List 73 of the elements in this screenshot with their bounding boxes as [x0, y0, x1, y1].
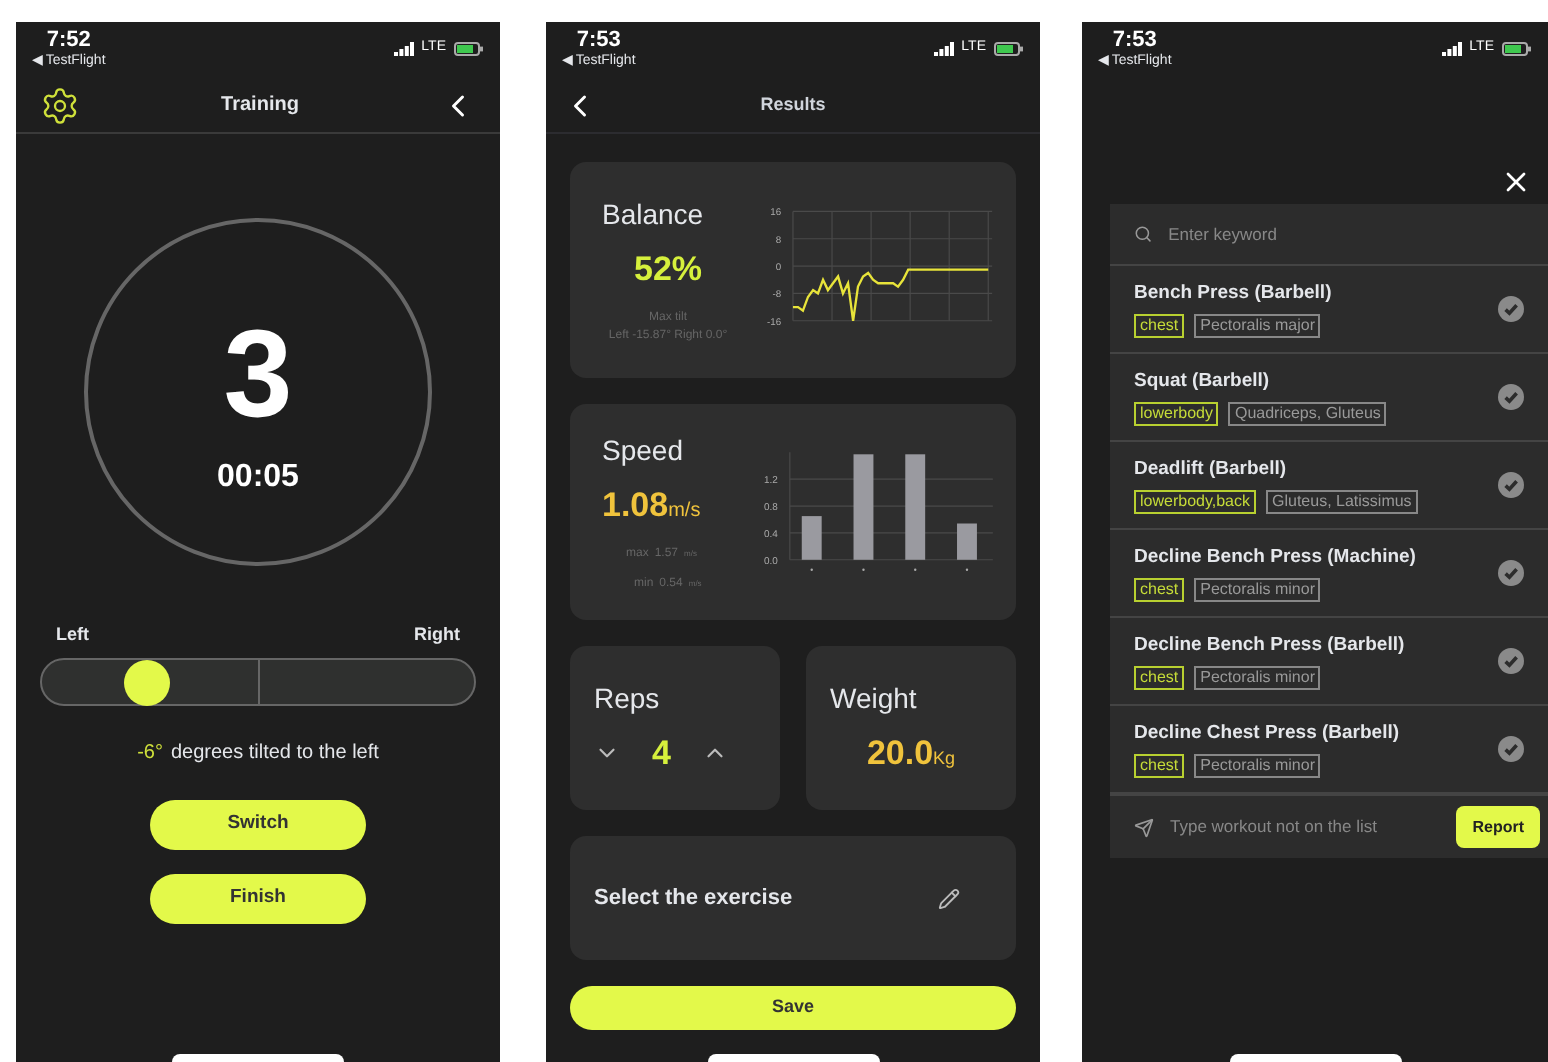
category-tag: chest [1134, 314, 1185, 339]
category-tag: chest [1134, 754, 1185, 779]
speed-bar [852, 454, 873, 560]
weight-value: 20.0 [866, 732, 934, 776]
battery-icon [1502, 41, 1532, 56]
exercise-list-item[interactable]: Decline Chest Press (Barbell) chest Pectoralis minor [1110, 706, 1548, 794]
reps-value: 4 [652, 732, 671, 776]
signal-icon [1441, 41, 1462, 56]
rep-count: 3 [223, 314, 293, 438]
speed-value: 1.08 [602, 483, 669, 528]
send-icon [1134, 817, 1154, 837]
card-title: Speed [602, 431, 685, 470]
speed-bar [800, 516, 821, 560]
speed-bar [956, 523, 977, 560]
exercise-name: Squat (Barbell) [1134, 367, 1272, 396]
muscle-tag: Pectoralis minor [1194, 754, 1321, 779]
category-tag: chest [1134, 578, 1185, 603]
exercise-list-item[interactable]: Deadlift (Barbell) lowerbody,back Gluteus, Latissimus [1110, 442, 1548, 530]
action-button[interactable]: Switch [150, 799, 366, 849]
muscle-tag: Pectoralis minor [1194, 666, 1321, 691]
category-tag: lowerbody,back [1134, 490, 1256, 515]
edit-icon[interactable] [938, 887, 960, 909]
left-label: Left [56, 622, 89, 648]
right-label: Right [414, 622, 460, 648]
exercise-list-item[interactable]: Squat (Barbell) lowerbody Quadriceps, Gluteus [1110, 354, 1548, 442]
status-time: 7:53 [576, 30, 621, 52]
muscle-tag: Quadriceps, Gluteus [1228, 402, 1387, 427]
search-icon [1134, 224, 1153, 244]
signal-icon [933, 41, 954, 56]
muscle-tag: Pectoralis minor [1194, 578, 1321, 603]
tilt-degrees: -6° [137, 739, 163, 767]
exercise-name: Bench Press (Barbell) [1134, 279, 1332, 308]
card-title: Weight [830, 680, 919, 718]
card-title: Reps [594, 680, 662, 718]
speed-bar [904, 454, 925, 560]
screen-title: Results [760, 91, 826, 118]
signal-icon [393, 41, 414, 56]
card-title: Balance [602, 195, 704, 234]
exercise-list-item[interactable]: Bench Press (Barbell) chest Pectoralis major [1110, 266, 1548, 354]
check-circle-icon[interactable] [1498, 296, 1524, 322]
settings-icon[interactable] [40, 85, 80, 125]
check-circle-icon[interactable] [1498, 648, 1524, 674]
exercise-select-label: Select the exercise [594, 883, 793, 914]
weight-unit: Kg [933, 746, 956, 772]
exercise-name: Decline Bench Press (Machine) [1134, 543, 1416, 572]
exercise-name: Decline Bench Press (Barbell) [1134, 631, 1405, 660]
screen-title: Training [221, 92, 299, 120]
exercise-name: Decline Chest Press (Barbell) [1134, 719, 1400, 748]
report-field[interactable]: Type workout not on the list [1170, 814, 1441, 840]
exercise-select-card[interactable]: Select the exercise [570, 836, 1016, 960]
exercise-list-item[interactable]: Decline Bench Press (Machine) chest Pectoralis minor [1110, 530, 1548, 618]
battery-icon [454, 41, 484, 56]
check-circle-icon[interactable] [1498, 384, 1524, 410]
check-circle-icon[interactable] [1498, 472, 1524, 498]
action-button[interactable]: Finish [150, 873, 366, 923]
balance-value: 52% [633, 247, 703, 292]
exercise-name: Deadlift (Barbell) [1134, 455, 1289, 484]
battery-icon [994, 41, 1024, 56]
check-circle-icon[interactable] [1498, 736, 1524, 762]
timer-text: 00:05 [217, 458, 299, 498]
muscle-tag: Pectoralis major [1194, 314, 1321, 339]
save-button[interactable]: Save [570, 986, 1016, 1030]
report-button[interactable]: Report [1456, 806, 1540, 848]
tilt-description: degrees tilted to the left [170, 739, 379, 767]
status-time: 7:53 [1112, 30, 1157, 52]
speed-unit: m/s [668, 497, 701, 526]
search-input[interactable]: Enter keyword [1168, 221, 1524, 247]
exercise-list-item[interactable]: Decline Bench Press (Barbell) chest Pectoralis minor [1110, 618, 1548, 706]
muscle-tag: Gluteus, Latissimus [1266, 490, 1418, 515]
category-tag: chest [1134, 666, 1185, 691]
check-circle-icon[interactable] [1498, 560, 1524, 586]
category-tag: lowerbody [1134, 402, 1219, 427]
status-time: 7:52 [46, 30, 91, 52]
